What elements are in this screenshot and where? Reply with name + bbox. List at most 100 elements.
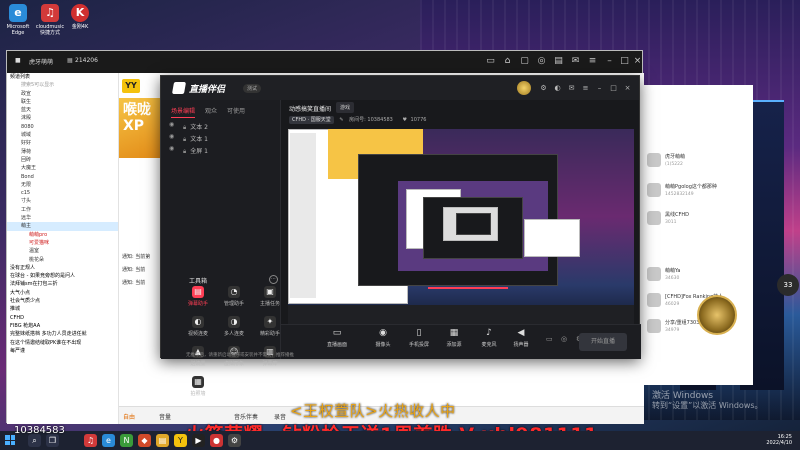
minimize-icon[interactable]: –: [604, 56, 615, 67]
mic-mode-label[interactable]: 自由: [123, 412, 135, 421]
tool-multi-link[interactable]: ◑ 多人连麦: [217, 316, 251, 344]
tab-available[interactable]: 可使用: [227, 106, 245, 115]
group-item[interactable]: 完整妹纸搭档 多功力人员走进任就: [7, 330, 118, 338]
yy-icon[interactable]: Y: [174, 434, 187, 447]
member-item[interactable]: 可爱猫咪: [7, 239, 118, 247]
menu-icon[interactable]: ≡: [580, 83, 591, 93]
channel-item[interactable]: 城域: [7, 131, 118, 139]
channel-item[interactable]: 8080: [7, 123, 118, 131]
tool-host-task[interactable]: ▣ 主播任务: [253, 286, 287, 314]
channel-search[interactable]: 搜索5可以显示: [7, 81, 118, 89]
start-live-button[interactable]: 开始直播: [579, 333, 627, 351]
skin-icon[interactable]: ◐: [552, 83, 563, 93]
channel-item[interactable]: 好好: [7, 139, 118, 147]
settings-icon[interactable]: ⚙: [228, 434, 241, 447]
yy-game-icon[interactable]: ◎: [536, 56, 547, 67]
stream-preview[interactable]: [288, 129, 634, 324]
group-item[interactable]: 每严谨: [7, 347, 118, 355]
game-icon[interactable]: ◆: [138, 434, 151, 447]
yy-menu-icon[interactable]: ≡: [587, 56, 598, 67]
record-icon[interactable]: ▭: [546, 335, 553, 343]
channel-item[interactable]: c15: [7, 189, 118, 197]
channel-item[interactable]: 工作: [7, 206, 118, 214]
live-companion-icon[interactable]: ▶: [192, 434, 205, 447]
microphone-button[interactable]: ♪ 麦克风: [475, 328, 503, 348]
group-item[interactable]: 推城: [7, 305, 118, 313]
member-item[interactable]: 桃花朵: [7, 256, 118, 264]
floating-counter[interactable]: 33: [777, 274, 799, 296]
phone-cast-button[interactable]: ▯ 手机投屏: [405, 328, 433, 348]
layer-item[interactable]: ◉ 🔒︎ 全屏 1: [169, 145, 208, 156]
close-icon[interactable]: ×: [622, 83, 633, 93]
list-item[interactable]: 萌萌Pgolog这个都那种 1452832149: [647, 181, 747, 207]
group-item[interactable]: CFHD: [7, 314, 118, 322]
windows-start-icon[interactable]: [5, 435, 15, 445]
nvidia-icon[interactable]: N: [120, 434, 133, 447]
yy-record-icon[interactable]: ▭: [485, 56, 496, 67]
mail-icon[interactable]: ✉: [566, 83, 577, 93]
yy-mail-icon[interactable]: ✉: [570, 56, 581, 67]
yy-app-icon[interactable]: ▢: [519, 56, 530, 67]
close-icon[interactable]: ×: [632, 56, 643, 67]
toolbox-more-icon[interactable]: ⋯: [269, 275, 278, 284]
eye-icon[interactable]: ◉: [169, 133, 174, 140]
group-item[interactable]: 在这个情邀结缝取PK谁在不出现: [7, 339, 118, 347]
lock-icon[interactable]: 🔒︎: [183, 124, 186, 131]
desktop-shortcut-edge[interactable]: e Microsoft Edge: [2, 2, 34, 36]
tool-video-link[interactable]: ◐ 视频连麦: [181, 316, 215, 344]
camera-button[interactable]: ◉ 摄像头: [369, 328, 397, 348]
group-item[interactable]: 大气小点: [7, 289, 118, 297]
add-source-button[interactable]: ▦ 添加源: [440, 328, 468, 348]
desktop-shortcut-jingang[interactable]: K 金刚4K: [64, 2, 96, 30]
settings-icon[interactable]: ⚙: [538, 83, 549, 93]
eye-icon[interactable]: ◉: [169, 145, 174, 152]
volume-label[interactable]: 音量: [159, 412, 171, 421]
member-item[interactable]: 温室: [7, 247, 118, 255]
music-app-icon[interactable]: ♫: [84, 434, 97, 447]
channel-item[interactable]: 联生: [7, 98, 118, 106]
maximize-icon[interactable]: □: [608, 83, 619, 93]
eye-icon[interactable]: ◉: [169, 121, 174, 128]
lock-icon[interactable]: 🔒︎: [183, 148, 186, 155]
tool-photo-wall[interactable]: ▦ 拍照墙: [181, 376, 215, 404]
channel-item-selected[interactable]: 萌主: [7, 222, 118, 231]
yy-home-icon[interactable]: ⌂: [502, 56, 513, 67]
system-clock[interactable]: 16:25 2022/4/10: [766, 434, 792, 446]
user-avatar[interactable]: [517, 81, 531, 95]
screen-capture-button[interactable]: ▭ 直播画面: [323, 328, 351, 348]
edit-icon[interactable]: ✎: [339, 117, 343, 123]
desktop-shortcut-cloudmusic[interactable]: ♫ cloudmusic 快捷方式: [34, 2, 66, 36]
list-item[interactable]: 黑线CFHD 3011: [647, 209, 747, 235]
group-item[interactable]: 法拜铺sm在打包三折: [7, 280, 118, 288]
member-item[interactable]: 萌萌pro: [7, 231, 118, 239]
speaker-button[interactable]: ◀ 扬声器: [507, 328, 535, 348]
group-item[interactable]: 社会气质少点: [7, 297, 118, 305]
channel-item[interactable]: 回砖: [7, 156, 118, 164]
layer-item[interactable]: ◉ 🔒︎ 文本 1: [169, 133, 208, 144]
game-tag[interactable]: CFHD · 国服天堂: [289, 116, 334, 124]
channel-item[interactable]: 薄荷: [7, 148, 118, 156]
list-item[interactable]: 萌萌Ya 34630: [647, 265, 747, 291]
tab-audience[interactable]: 观众: [205, 106, 217, 115]
tool-virtual-avatar[interactable]: ☺ 虚拟形象: [217, 346, 251, 374]
group-item[interactable]: 在球台 - 如果竞旁想的是问人: [7, 272, 118, 280]
channel-item[interactable]: 无限: [7, 181, 118, 189]
maximize-icon[interactable]: □: [619, 56, 630, 67]
browser-icon[interactable]: e: [102, 434, 115, 447]
tool-traffic[interactable]: ▲ 送流量: [181, 346, 215, 374]
group-item[interactable]: FIBG 枪炮AA: [7, 322, 118, 330]
folder-icon[interactable]: ▤: [156, 434, 169, 447]
channel-item[interactable]: Bond: [7, 173, 118, 181]
minimize-icon[interactable]: –: [594, 83, 605, 93]
category-chip[interactable]: 游戏: [336, 102, 355, 113]
list-item[interactable]: 虎牙萌萌 (1)5222: [647, 151, 747, 177]
lock-icon[interactable]: 🔒︎: [183, 136, 186, 143]
tab-scene-edit[interactable]: 场景编辑: [171, 106, 196, 118]
tool-manage-assistant[interactable]: ◔ 管理助手: [217, 286, 251, 314]
channel-item[interactable]: 沫殿: [7, 114, 118, 122]
yy-shop-icon[interactable]: ▤: [553, 56, 564, 67]
channel-item[interactable]: 寸头: [7, 197, 118, 205]
tool-danmu-assistant[interactable]: ▤ 弹幕助手: [181, 286, 215, 314]
camera-app-icon[interactable]: ●: [210, 434, 223, 447]
channel-item[interactable]: 政宣: [7, 90, 118, 98]
